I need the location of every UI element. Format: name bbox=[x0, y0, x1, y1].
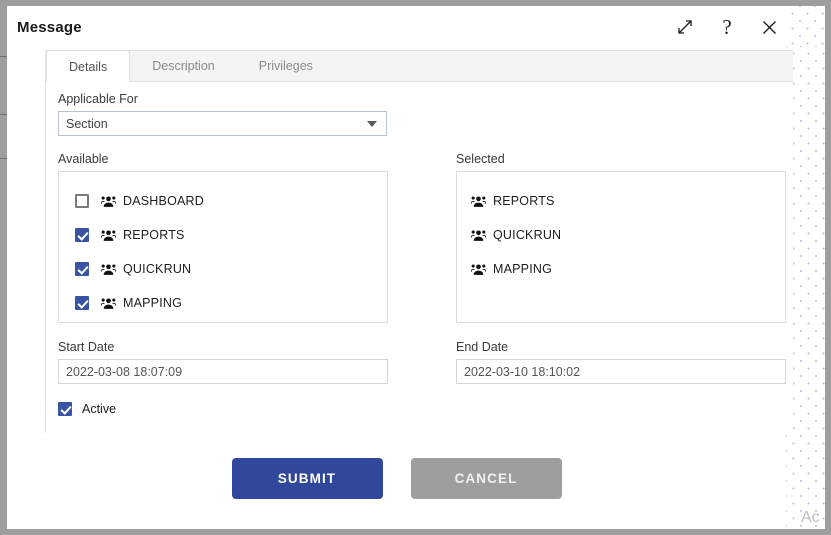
group-icon bbox=[101, 229, 116, 242]
available-label: Available bbox=[58, 152, 109, 166]
list-item-label: REPORTS bbox=[123, 228, 185, 242]
chevron-down-icon bbox=[367, 120, 377, 127]
group-icon bbox=[101, 195, 116, 208]
list-item[interactable]: REPORTS bbox=[59, 218, 387, 252]
list-item-label: QUICKRUN bbox=[493, 228, 562, 242]
screen: Message ? Details Description Privileges… bbox=[0, 0, 831, 535]
selected-listbox[interactable]: REPORTS QUICKRUN MAPPING bbox=[456, 171, 786, 323]
selected-label: Selected bbox=[456, 152, 505, 166]
list-item[interactable]: DASHBOARD bbox=[59, 184, 387, 218]
window-bottom-frame bbox=[0, 529, 831, 535]
details-panel: Applicable For Section Available DASHBOA… bbox=[46, 82, 793, 432]
cancel-button[interactable]: CANCEL bbox=[410, 458, 562, 499]
end-date-value: 2022-03-10 18:10:02 bbox=[464, 364, 581, 379]
list-item[interactable]: REPORTS bbox=[457, 184, 785, 218]
applicable-for-select[interactable]: Section bbox=[58, 111, 387, 136]
window-controls: ? bbox=[672, 14, 782, 40]
dialog-titlebar: Message ? bbox=[7, 6, 786, 46]
selected-column: Selected REPORTS QUICKRUN MAPPING bbox=[456, 152, 786, 323]
frame-tick bbox=[0, 114, 7, 115]
list-item-label: MAPPING bbox=[123, 296, 183, 310]
expand-icon[interactable] bbox=[672, 14, 698, 40]
active-label: Active bbox=[82, 402, 117, 416]
checkbox-quickrun[interactable] bbox=[75, 262, 89, 276]
window-right-frame bbox=[825, 6, 831, 535]
tab-label: Description bbox=[152, 59, 215, 73]
end-date-field: End Date 2022-03-10 18:10:02 bbox=[456, 340, 786, 384]
list-item[interactable]: QUICKRUN bbox=[457, 218, 785, 252]
transfer-lists: Available DASHBOARD REPORTS QUICKRUN MAP… bbox=[58, 152, 793, 323]
list-item[interactable]: MAPPING bbox=[59, 286, 387, 320]
list-item-label: MAPPING bbox=[493, 262, 553, 276]
applicable-for-value: Section bbox=[66, 116, 108, 131]
checkbox-dashboard[interactable] bbox=[75, 194, 89, 208]
list-item-label: REPORTS bbox=[493, 194, 555, 208]
checkbox-active[interactable] bbox=[58, 402, 72, 416]
list-item[interactable]: MAPPING bbox=[457, 252, 785, 286]
tab-details[interactable]: Details bbox=[46, 50, 131, 82]
window-left-frame bbox=[0, 6, 7, 535]
start-date-input[interactable]: 2022-03-08 18:07:09 bbox=[58, 359, 388, 384]
tab-label: Privileges bbox=[258, 59, 313, 73]
help-glyph: ? bbox=[722, 14, 732, 39]
list-item-label: QUICKRUN bbox=[123, 262, 192, 276]
date-range-row: Start Date 2022-03-08 18:07:09 End Date … bbox=[58, 340, 793, 384]
end-date-label: End Date bbox=[456, 340, 509, 354]
group-icon bbox=[101, 297, 116, 310]
checkbox-reports[interactable] bbox=[75, 228, 89, 242]
help-icon[interactable]: ? bbox=[714, 14, 740, 40]
group-icon bbox=[471, 263, 486, 276]
start-date-label: Start Date bbox=[58, 340, 115, 354]
end-date-input[interactable]: 2022-03-10 18:10:02 bbox=[456, 359, 786, 384]
checkbox-mapping[interactable] bbox=[75, 296, 89, 310]
list-item[interactable]: QUICKRUN bbox=[59, 252, 387, 286]
active-row[interactable]: Active bbox=[58, 402, 793, 416]
group-icon bbox=[471, 195, 486, 208]
tab-description[interactable]: Description bbox=[130, 51, 237, 81]
tab-label: Details bbox=[69, 59, 108, 74]
submit-button[interactable]: SUBMIT bbox=[231, 458, 383, 499]
applicable-for-label: Applicable For bbox=[58, 92, 138, 106]
group-icon bbox=[101, 263, 116, 276]
frame-tick bbox=[0, 56, 7, 57]
dialog-footer: SUBMIT CANCEL bbox=[7, 458, 786, 499]
message-dialog: Message ? Details Description Privileges… bbox=[7, 6, 793, 529]
start-date-value: 2022-03-08 18:07:09 bbox=[66, 364, 183, 379]
available-column: Available DASHBOARD REPORTS QUICKRUN MAP… bbox=[58, 152, 388, 323]
start-date-field: Start Date 2022-03-08 18:07:09 bbox=[58, 340, 388, 384]
page-title: Message bbox=[17, 19, 82, 36]
close-icon[interactable] bbox=[756, 14, 782, 40]
dialog-card: Details Description Privileges Applicabl… bbox=[45, 50, 793, 433]
group-icon bbox=[471, 229, 486, 242]
tabstrip: Details Description Privileges bbox=[46, 50, 793, 82]
available-listbox[interactable]: DASHBOARD REPORTS QUICKRUN MAPPING bbox=[58, 171, 388, 323]
frame-tick bbox=[0, 158, 7, 159]
list-item-label: DASHBOARD bbox=[123, 194, 204, 208]
tab-privileges[interactable]: Privileges bbox=[237, 51, 335, 81]
